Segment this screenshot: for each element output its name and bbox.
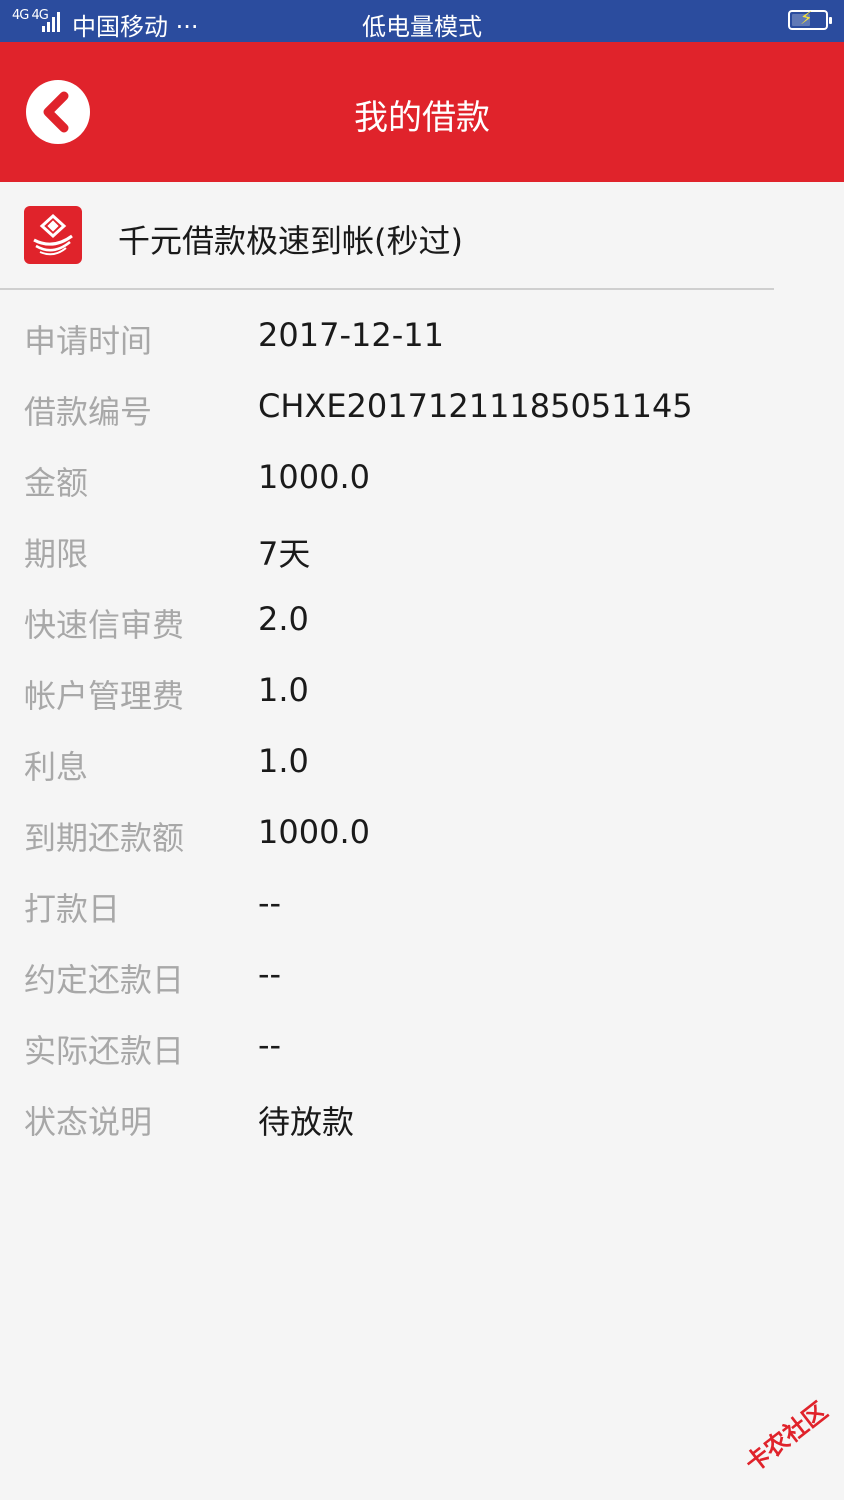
detail-value: 1.0 bbox=[258, 742, 309, 780]
detail-row-term: 期限 7天 bbox=[0, 519, 844, 579]
status-bar: 4G 4G 中国移动 ··· 低电量模式 ⚡ bbox=[0, 0, 844, 42]
detail-label: 金额 bbox=[24, 464, 89, 502]
app-header: 我的借款 bbox=[0, 42, 844, 182]
detail-label: 到期还款额 bbox=[24, 819, 185, 857]
product-logo bbox=[24, 206, 82, 264]
detail-row-status: 状态说明 待放款 bbox=[0, 1087, 844, 1147]
detail-label: 快速信审费 bbox=[24, 606, 185, 644]
status-value: 待放款 bbox=[258, 1103, 355, 1141]
detail-label: 实际还款日 bbox=[24, 1032, 185, 1070]
detail-label: 打款日 bbox=[24, 890, 121, 928]
power-mode: 低电量模式 bbox=[362, 13, 482, 41]
detail-value: 2017-12-11 bbox=[258, 316, 444, 354]
detail-value: 2.0 bbox=[258, 600, 309, 638]
detail-label: 约定还款日 bbox=[24, 961, 185, 999]
detail-value: 1.0 bbox=[258, 671, 309, 709]
detail-value: -- bbox=[258, 955, 282, 993]
detail-row-interest: 利息 1.0 bbox=[0, 732, 844, 792]
battery-charging-icon: ⚡ bbox=[788, 9, 832, 30]
product-row: 千元借款极速到帐(秒过) bbox=[0, 182, 844, 288]
product-name: 千元借款极速到帐(秒过) bbox=[118, 222, 463, 260]
detail-row-payout-date: 打款日 -- bbox=[0, 874, 844, 934]
detail-row-loan-number: 借款编号 CHXE20171211185051145 bbox=[0, 377, 844, 437]
page-title: 我的借款 bbox=[354, 98, 490, 138]
detail-row-review-fee: 快速信审费 2.0 bbox=[0, 590, 844, 650]
detail-label: 期限 bbox=[24, 535, 89, 573]
detail-value: -- bbox=[258, 1026, 282, 1064]
detail-label: 借款编号 bbox=[24, 393, 153, 431]
detail-label: 申请时间 bbox=[24, 322, 153, 360]
detail-value: -- bbox=[258, 884, 282, 922]
detail-value: 1000.0 bbox=[258, 813, 370, 851]
divider bbox=[0, 288, 774, 290]
detail-row-repay-amount: 到期还款额 1000.0 bbox=[0, 803, 844, 863]
detail-row-apply-date: 申请时间 2017-12-11 bbox=[0, 306, 844, 366]
detail-label: 状态说明 bbox=[24, 1103, 153, 1141]
detail-row-amount: 金额 1000.0 bbox=[0, 448, 844, 508]
detail-row-actual-repay-date: 实际还款日 -- bbox=[0, 1016, 844, 1076]
detail-row-due-date: 约定还款日 -- bbox=[0, 945, 844, 1005]
detail-value: 7天 bbox=[258, 535, 311, 573]
detail-row-account-fee: 帐户管理费 1.0 bbox=[0, 661, 844, 721]
detail-label: 帐户管理费 bbox=[24, 677, 185, 715]
logo-icon bbox=[33, 213, 73, 256]
detail-value: 1000.0 bbox=[258, 458, 370, 496]
watermark: 卡农社区 bbox=[739, 1396, 833, 1478]
detail-label: 利息 bbox=[24, 748, 89, 786]
detail-value: CHXE20171211185051145 bbox=[258, 387, 693, 425]
